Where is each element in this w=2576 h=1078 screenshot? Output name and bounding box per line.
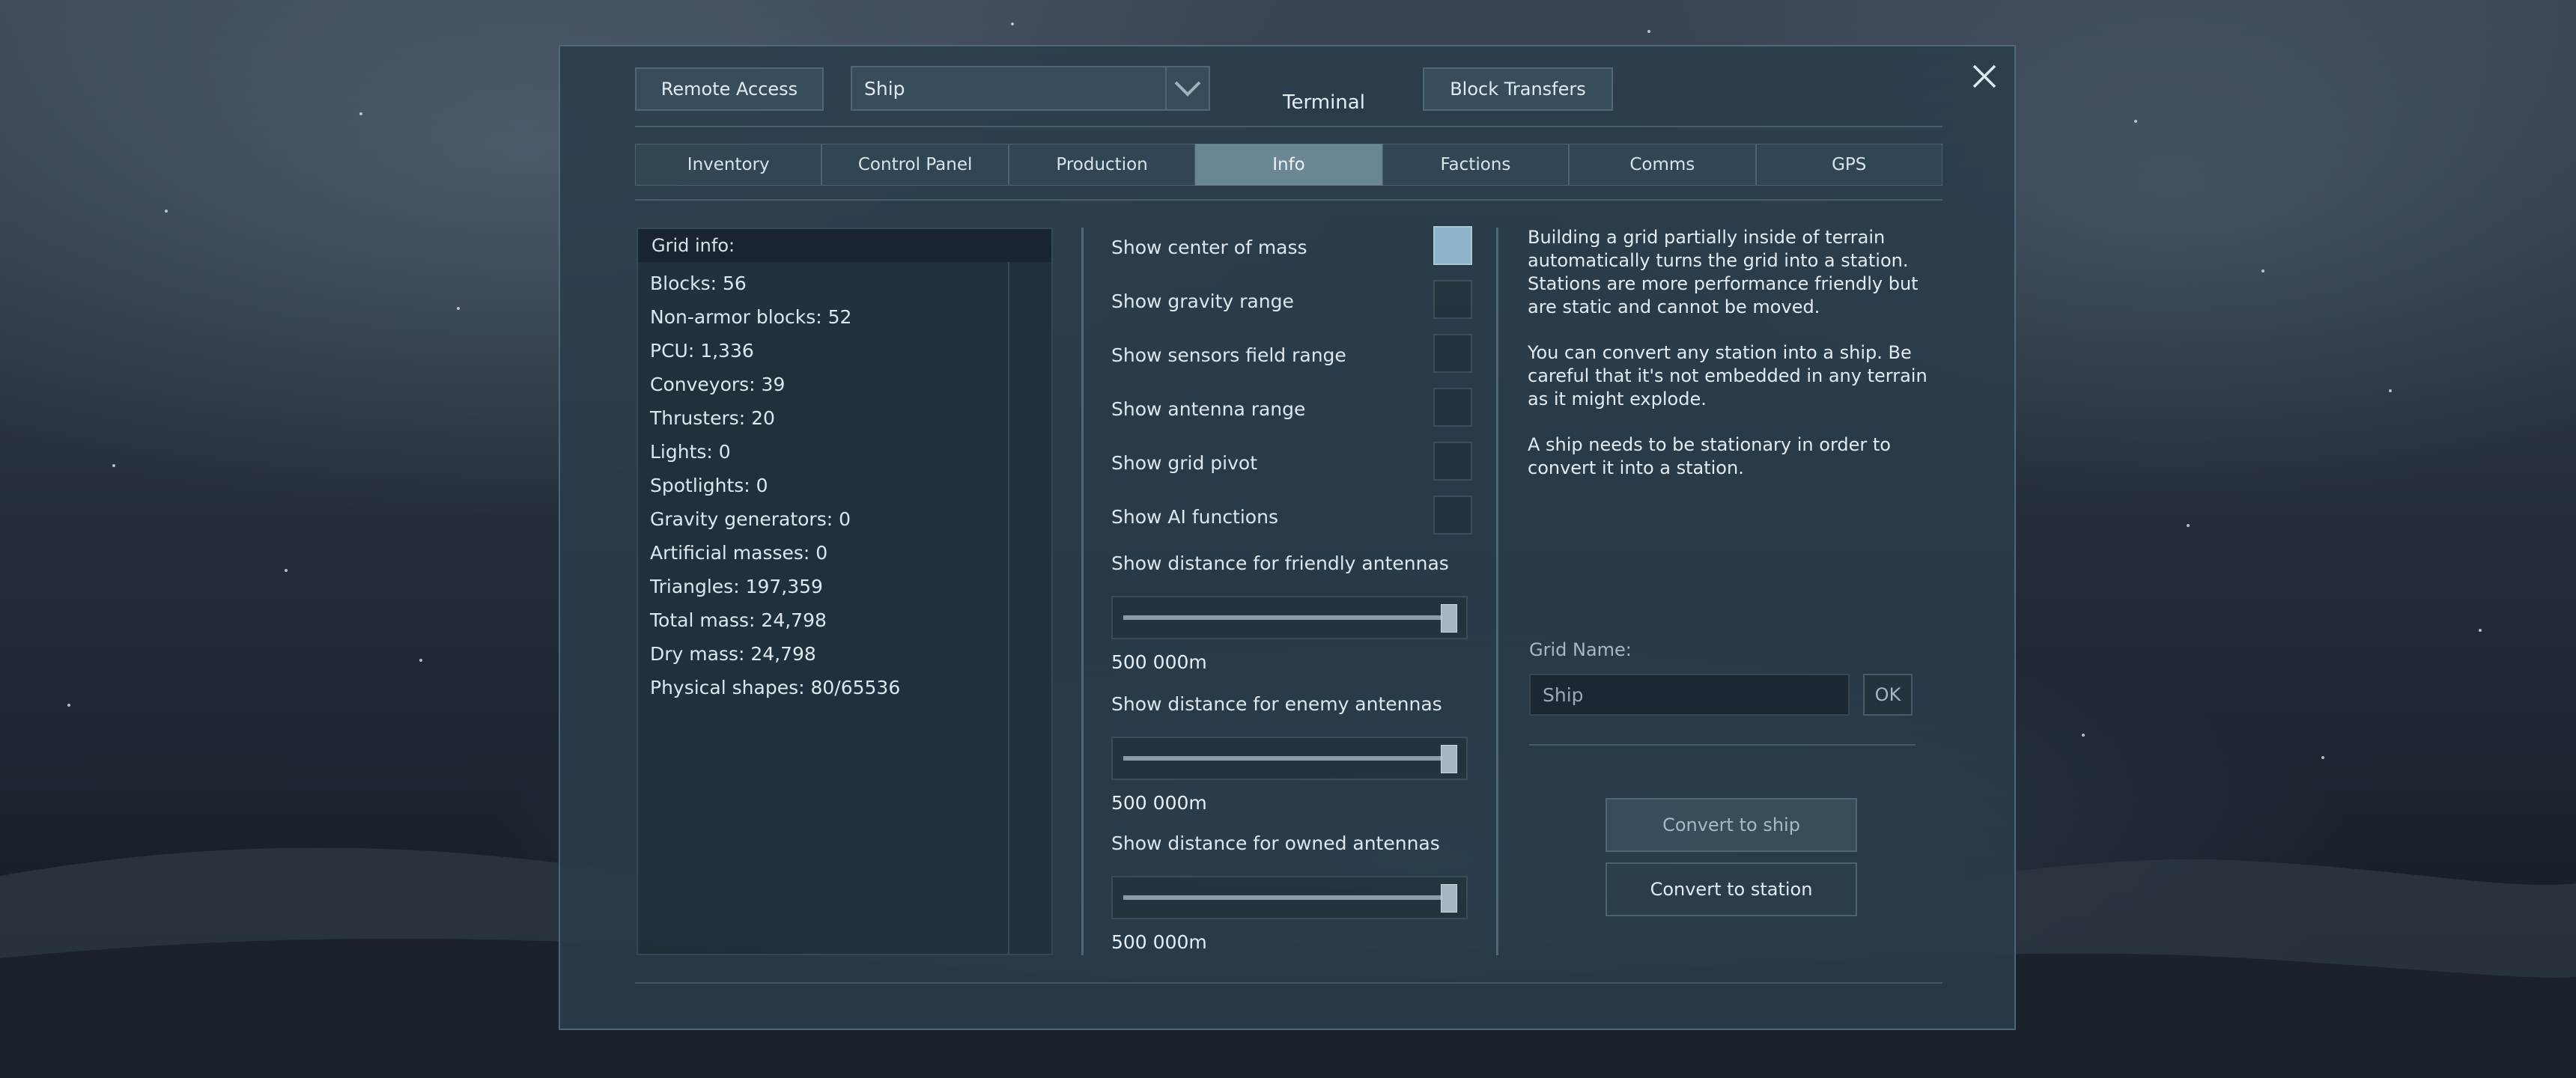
grid-name-label: Grid Name: [1529, 639, 1632, 660]
tab-bar: Inventory Control Panel Production Info … [635, 144, 1942, 186]
grid-info-panel: Grid info: Blocks: 56 Non-armor blocks: … [637, 228, 1053, 955]
sensors-range-checkbox[interactable] [1433, 334, 1472, 373]
grid-info-line: Gravity generators: 0 [650, 508, 851, 530]
divider [1529, 744, 1916, 746]
star [2134, 120, 2137, 123]
terminal-title: Terminal [1283, 91, 1365, 114]
sensors-range-label: Show sensors field range [1111, 344, 1346, 366]
grid-name-input[interactable]: Ship [1529, 674, 1850, 716]
column-divider [1496, 228, 1498, 955]
star [112, 464, 115, 467]
tab-gps[interactable]: GPS [1755, 144, 1942, 186]
tab-comms[interactable]: Comms [1569, 144, 1756, 186]
chevron-down-icon[interactable] [1165, 67, 1209, 109]
grid-name-ok-button[interactable]: OK [1863, 674, 1913, 716]
block-transfers-button[interactable]: Block Transfers [1423, 67, 1613, 111]
antenna-range-checkbox[interactable] [1433, 388, 1472, 427]
star [2261, 270, 2264, 272]
tab-inventory[interactable]: Inventory [635, 144, 822, 186]
grid-info-line: Dry mass: 24,798 [650, 643, 816, 665]
grid-info-line: PCU: 1,336 [650, 340, 754, 362]
description-paragraph: Building a grid partially inside of terr… [1528, 227, 1919, 317]
friendly-antennas-value: 500 000m [1111, 651, 1207, 673]
center-of-mass-label: Show center of mass [1111, 237, 1307, 258]
gravity-range-label: Show gravity range [1111, 290, 1294, 312]
grid-pivot-checkbox[interactable] [1433, 442, 1472, 481]
tab-production[interactable]: Production [1008, 144, 1196, 186]
owned-antennas-value: 500 000m [1111, 931, 1207, 953]
ai-functions-checkbox[interactable] [1433, 496, 1472, 535]
enemy-antennas-slider[interactable] [1111, 737, 1468, 780]
convert-to-ship-button[interactable]: Convert to ship [1606, 798, 1857, 852]
star [165, 210, 168, 213]
grid-info-line: Physical shapes: 80/65536 [650, 677, 901, 698]
owned-antennas-label: Show distance for owned antennas [1111, 832, 1440, 854]
star [359, 112, 362, 115]
star [67, 704, 70, 707]
star [1647, 30, 1650, 33]
gravity-range-checkbox[interactable] [1433, 280, 1472, 319]
center-of-mass-checkbox[interactable] [1433, 226, 1472, 265]
enemy-antennas-label: Show distance for enemy antennas [1111, 693, 1442, 715]
close-icon[interactable] [1969, 61, 1999, 91]
owned-antennas-slider[interactable] [1111, 876, 1468, 919]
tab-info[interactable]: Info [1195, 144, 1382, 186]
terminal-window: Remote Access Ship Terminal Block Transf… [559, 45, 2016, 1030]
star [2321, 756, 2324, 759]
ship-selector-dropdown[interactable]: Ship [851, 66, 1210, 111]
description-paragraph: You can convert any station into a ship.… [1528, 342, 1928, 409]
slider-track [1123, 756, 1456, 761]
star [419, 659, 422, 662]
tab-factions[interactable]: Factions [1382, 144, 1570, 186]
slider-handle[interactable] [1441, 604, 1457, 633]
star [285, 569, 288, 572]
remote-access-button[interactable]: Remote Access [635, 67, 824, 111]
star [457, 307, 460, 310]
friendly-antennas-slider[interactable] [1111, 596, 1468, 639]
description-paragraph: A ship needs to be stationary in order t… [1528, 434, 1891, 478]
divider [635, 126, 1942, 127]
grid-info-line: Thrusters: 20 [650, 407, 775, 429]
divider [635, 982, 1942, 984]
enemy-antennas-value: 500 000m [1111, 792, 1207, 814]
star [2389, 389, 2392, 392]
grid-info-line: Blocks: 56 [650, 272, 747, 294]
convert-to-station-button[interactable]: Convert to station [1606, 862, 1857, 916]
ai-functions-label: Show AI functions [1111, 506, 1278, 528]
grid-info-list: Blocks: 56 Non-armor blocks: 52 PCU: 1,3… [638, 262, 1051, 704]
grid-info-line: Non-armor blocks: 52 [650, 306, 852, 328]
grid-pivot-label: Show grid pivot [1111, 452, 1258, 474]
antenna-range-label: Show antenna range [1111, 398, 1306, 420]
star [2082, 734, 2085, 737]
grid-info-header: Grid info: [638, 229, 1051, 262]
grid-info-line: Artificial masses: 0 [650, 542, 828, 564]
grid-info-scrollbar[interactable] [1008, 262, 1051, 954]
grid-name-value: Ship [1543, 683, 1584, 706]
grid-info-line: Lights: 0 [650, 441, 731, 463]
grid-info-line: Triangles: 197,359 [650, 576, 823, 597]
slider-handle[interactable] [1441, 884, 1457, 913]
slider-track [1123, 895, 1456, 900]
grid-info-line: Conveyors: 39 [650, 374, 786, 395]
star [2187, 524, 2190, 527]
slider-handle[interactable] [1441, 745, 1457, 773]
divider [635, 199, 1942, 201]
slider-track [1123, 615, 1456, 620]
column-divider [1081, 228, 1084, 955]
station-info-text: Building a grid partially inside of terr… [1528, 226, 1932, 502]
ship-selector-value: Ship [864, 77, 905, 100]
tab-control-panel[interactable]: Control Panel [821, 144, 1009, 186]
star [1011, 22, 1014, 25]
grid-info-line: Spotlights: 0 [650, 475, 768, 496]
star [2479, 629, 2482, 632]
friendly-antennas-label: Show distance for friendly antennas [1111, 552, 1449, 574]
grid-info-line: Total mass: 24,798 [650, 609, 827, 631]
